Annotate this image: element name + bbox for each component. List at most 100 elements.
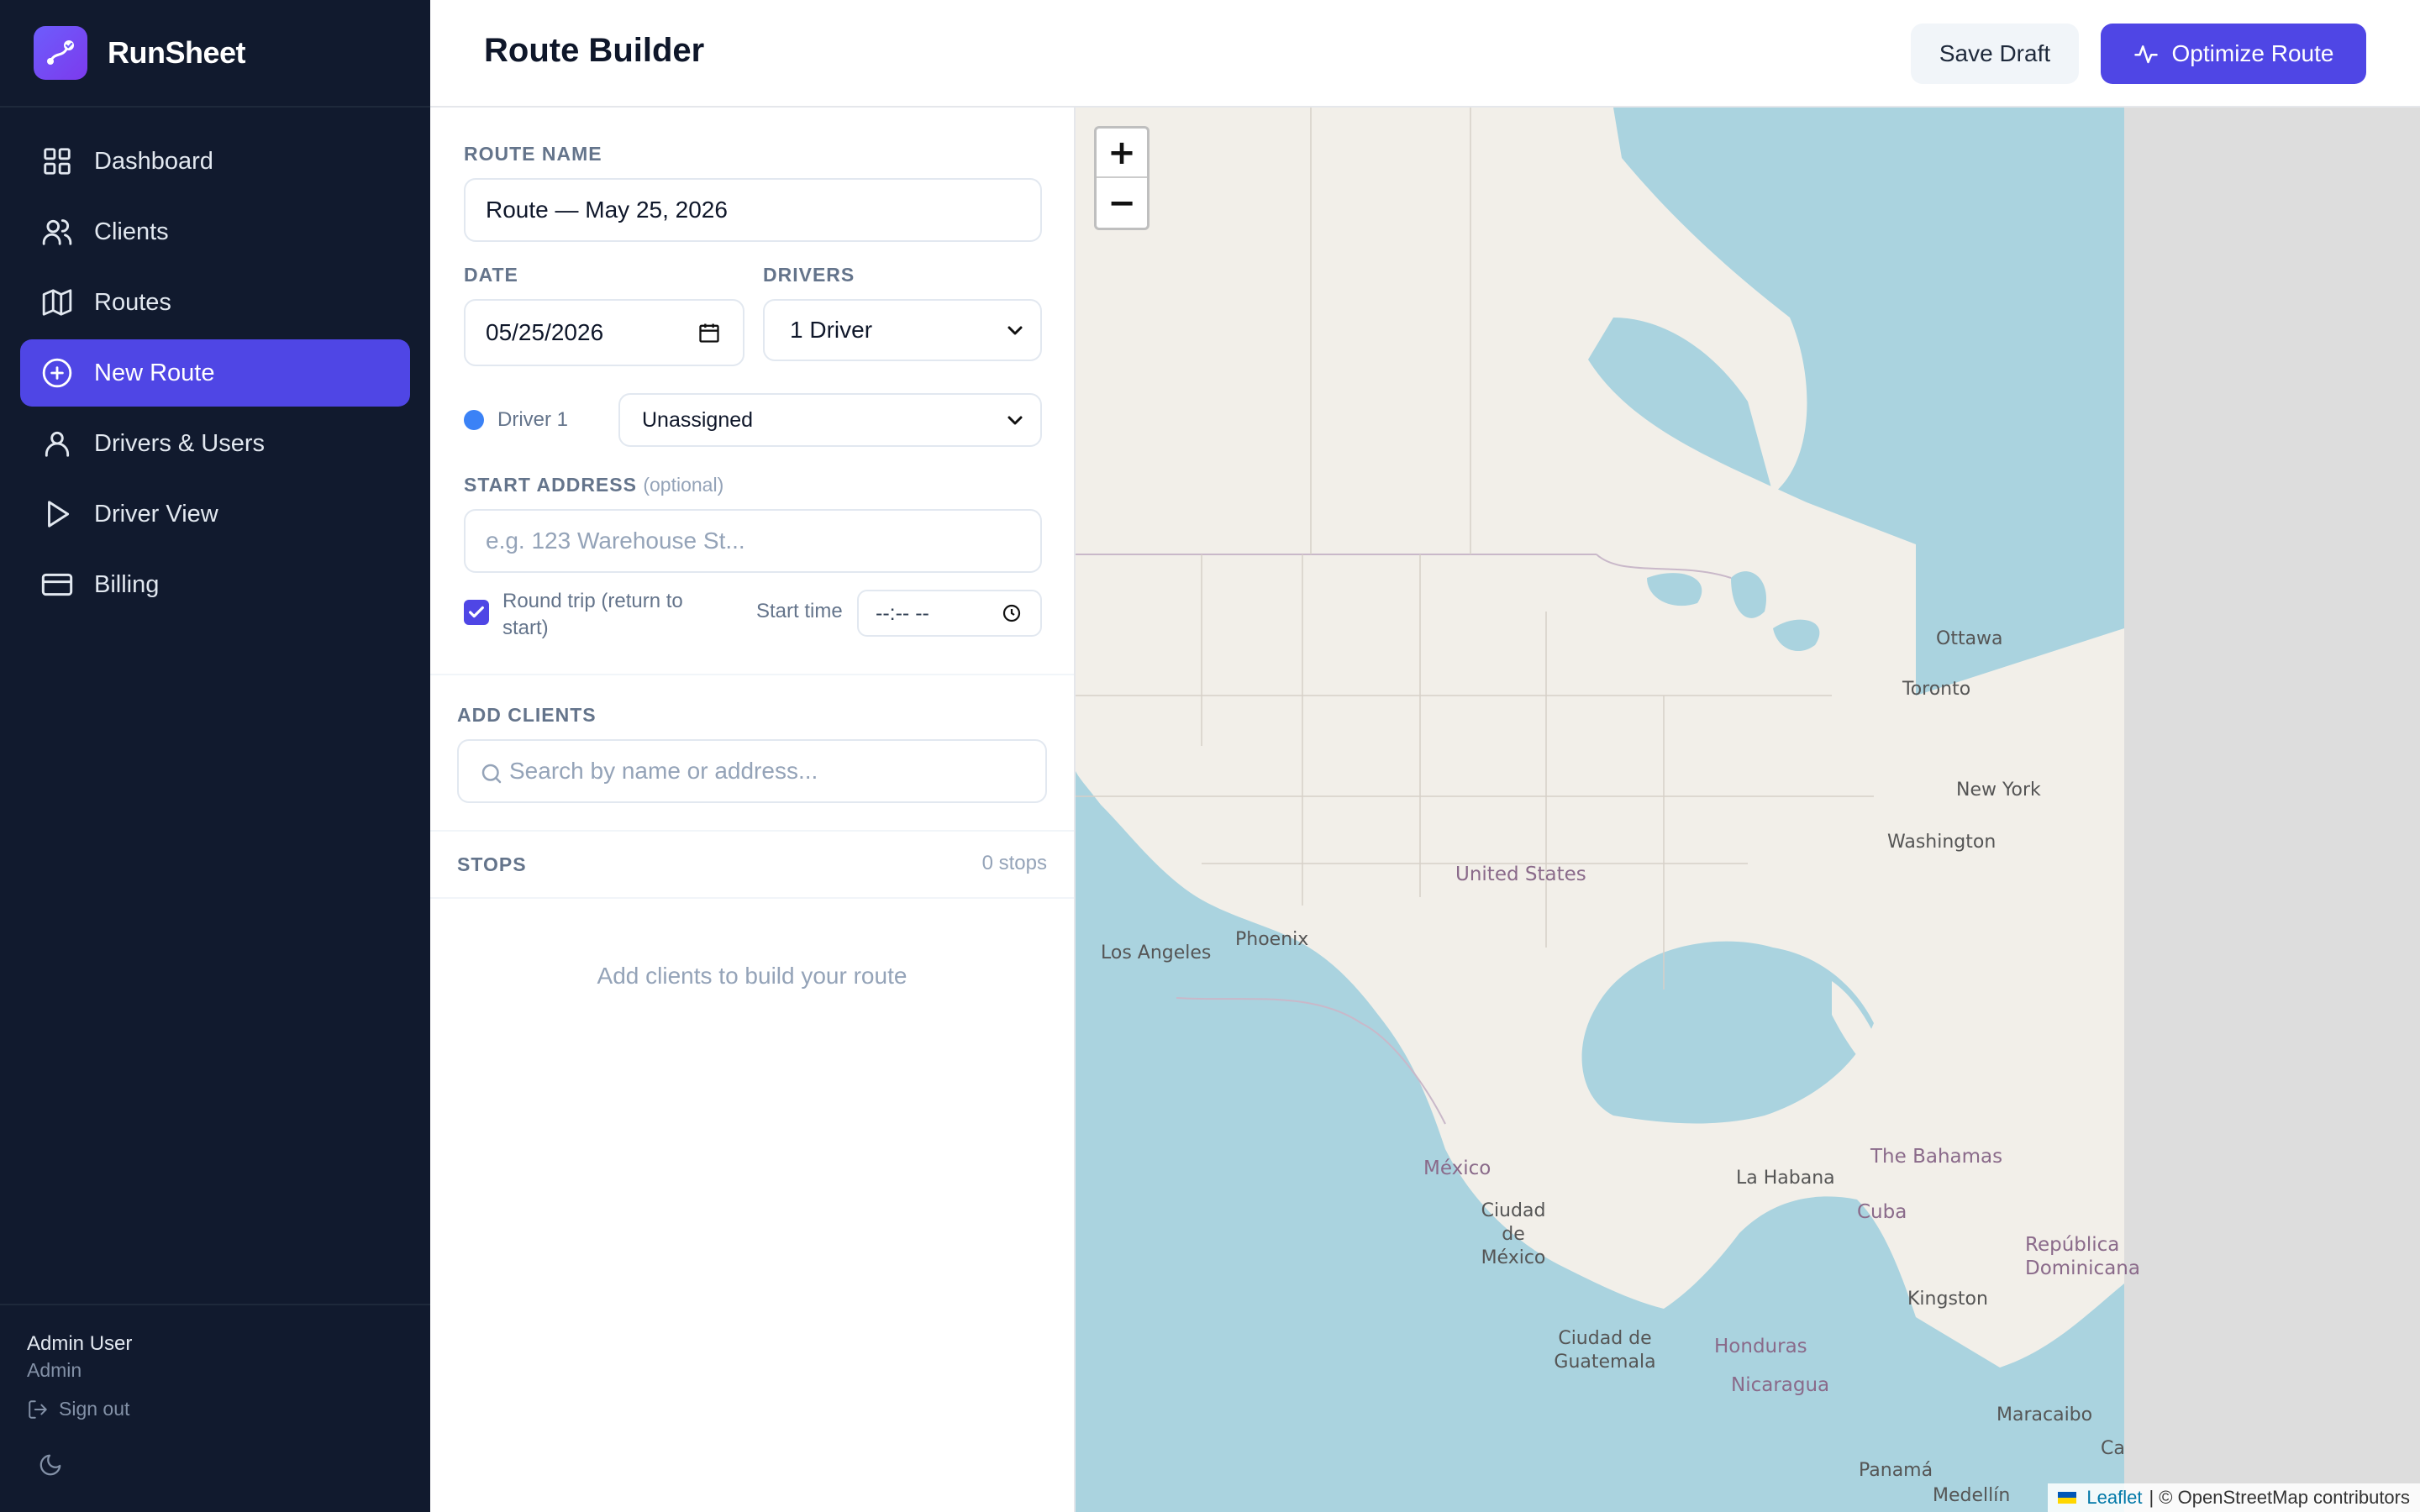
start-address-placeholder: e.g. 123 Warehouse St... <box>486 528 745 554</box>
clock-icon[interactable] <box>1002 603 1022 623</box>
sidebar-item-label: Dashboard <box>94 147 213 175</box>
sidebar-item-label: Clients <box>94 218 169 245</box>
start-time-value: --:-- -- <box>876 601 929 625</box>
brand[interactable]: RunSheet <box>0 0 430 108</box>
route-name-input[interactable]: Route — May 25, 2026 <box>464 178 1042 242</box>
map-label-panama: Panamá <box>1859 1460 1933 1481</box>
route-name-label: ROUTE NAME <box>464 143 602 165</box>
section-divider <box>430 830 1074 832</box>
users-icon <box>40 215 74 249</box>
map-label-nicaragua: Nicaragua <box>1731 1374 1830 1396</box>
map-label-republica-dominicana: República Dominicana <box>2025 1234 2140 1279</box>
start-address-input[interactable]: e.g. 123 Warehouse St... <box>464 509 1042 573</box>
drivers-select[interactable]: 1 Driver <box>763 299 1042 361</box>
sidebar-item-label: Drivers & Users <box>94 429 266 457</box>
map-label-guatemala: Ciudad de Guatemala <box>1554 1328 1656 1373</box>
calendar-icon[interactable] <box>697 321 721 344</box>
date-input[interactable]: 05/25/2026 <box>464 299 744 366</box>
chevron-down-icon <box>1005 320 1025 340</box>
sidebar-item-drivers-users[interactable]: Drivers & Users <box>20 410 410 477</box>
map-label-mexico-city: Ciudad de México <box>1481 1200 1546 1268</box>
ukraine-flag-icon <box>2058 1492 2077 1504</box>
stops-count: 0 stops <box>981 852 1047 874</box>
leaflet-link[interactable]: Leaflet <box>2086 1487 2142 1509</box>
optimize-route-label: Optimize Route <box>2171 40 2334 66</box>
sidebar-item-label: Billing <box>94 570 160 598</box>
zoom-control: + − <box>1094 126 1150 230</box>
map-icon <box>40 286 74 319</box>
sidebar-item-routes[interactable]: Routes <box>20 269 410 336</box>
sidebar-item-label: Routes <box>94 288 171 316</box>
start-address-label: START ADDRESS (optional) <box>464 474 723 496</box>
route-logo-icon <box>34 26 87 80</box>
map-label-ottawa: Ottawa <box>1936 628 2003 649</box>
drivers-value: 1 Driver <box>790 317 873 343</box>
sign-out-link[interactable]: Sign out <box>27 1398 129 1420</box>
map-label-la-habana: La Habana <box>1736 1168 1835 1189</box>
map-label-washington: Washington <box>1887 832 1996 853</box>
search-icon <box>479 761 504 786</box>
top-bar: Route Builder Save Draft Optimize Route <box>430 0 2420 108</box>
plus-circle-icon <box>40 356 74 390</box>
map-label-phoenix: Phoenix <box>1235 929 1309 950</box>
map-label-cuba: Cuba <box>1857 1201 1907 1223</box>
user-icon <box>40 427 74 460</box>
sidebar-item-driver-view[interactable]: Driver View <box>20 480 410 548</box>
add-clients-label: ADD CLIENTS <box>457 704 597 726</box>
drivers-label: DRIVERS <box>763 264 855 286</box>
stops-empty-state: Add clients to build your route <box>597 963 908 989</box>
activity-icon <box>2133 41 2159 66</box>
chevron-down-icon <box>1005 410 1025 430</box>
optimize-route-button[interactable]: Optimize Route <box>2101 24 2366 84</box>
round-trip-label[interactable]: Round trip (return to start) <box>502 588 721 642</box>
driver-1-select[interactable]: Unassigned <box>618 393 1042 447</box>
section-divider <box>430 674 1074 675</box>
section-divider <box>430 897 1074 899</box>
grid-icon <box>40 144 74 178</box>
zoom-in-button[interactable]: + <box>1097 129 1147 178</box>
user-role: Admin <box>27 1359 82 1381</box>
map-label-maracaibo: Maracaibo <box>1996 1404 2093 1425</box>
save-draft-button[interactable]: Save Draft <box>1911 24 2079 84</box>
round-trip-checkbox[interactable] <box>464 600 489 625</box>
sidebar-item-billing[interactable]: Billing <box>20 551 410 618</box>
map-label-los-angeles: Los Angeles <box>1101 942 1212 963</box>
play-icon <box>40 497 74 531</box>
client-search-input[interactable]: Search by name or address... <box>457 739 1047 803</box>
sidebar-item-label: New Route <box>94 359 215 386</box>
map-label-honduras: Honduras <box>1714 1336 1807 1357</box>
date-value: 05/25/2026 <box>486 319 604 345</box>
driver-1-value: Unassigned <box>642 407 754 432</box>
user-panel: Admin User Admin Sign out <box>0 1304 430 1512</box>
osm-attribution[interactable]: | © OpenStreetMap contributors <box>2149 1487 2410 1509</box>
sidebar-item-new-route[interactable]: New Route <box>20 339 410 407</box>
stops-label: STOPS <box>457 853 527 875</box>
app-name: RunSheet <box>108 35 246 70</box>
moon-icon[interactable] <box>34 1448 67 1482</box>
optional-hint: (optional) <box>643 474 724 496</box>
sign-out-icon <box>27 1399 49 1420</box>
map-label-new-york: New York <box>1956 780 2041 801</box>
zoom-out-button[interactable]: − <box>1097 178 1147 228</box>
route-form-panel: ROUTE NAME Route — May 25, 2026 DATE 05/… <box>430 108 1076 1512</box>
route-map[interactable]: Ottawa Toronto New York Washington Unite… <box>1076 108 2420 1512</box>
page-title: Route Builder <box>484 32 705 69</box>
map-label-kingston: Kingston <box>1907 1289 1988 1310</box>
credit-card-icon <box>40 568 74 601</box>
sidebar-item-dashboard[interactable]: Dashboard <box>20 128 410 195</box>
sidebar-item-clients[interactable]: Clients <box>20 198 410 265</box>
start-address-label-text: START ADDRESS <box>464 474 637 496</box>
map-label-medellin: Medellín <box>1933 1485 2011 1506</box>
sidebar-nav: Dashboard Clients Routes New Route Drive… <box>20 128 410 622</box>
map-label-toronto: Toronto <box>1902 679 1971 700</box>
user-name: Admin User <box>27 1332 133 1355</box>
map-label-mexico: México <box>1423 1158 1491 1179</box>
map-label-bahamas: The Bahamas <box>1870 1146 2003 1168</box>
driver-color-dot <box>464 410 484 430</box>
client-search-placeholder: Search by name or address... <box>509 758 818 784</box>
sidebar-item-label: Driver View <box>94 500 218 528</box>
start-time-input[interactable]: --:-- -- <box>857 590 1042 637</box>
driver-1-label: Driver 1 <box>497 408 569 431</box>
map-label-united-states: United States <box>1455 864 1586 885</box>
date-label: DATE <box>464 264 518 286</box>
